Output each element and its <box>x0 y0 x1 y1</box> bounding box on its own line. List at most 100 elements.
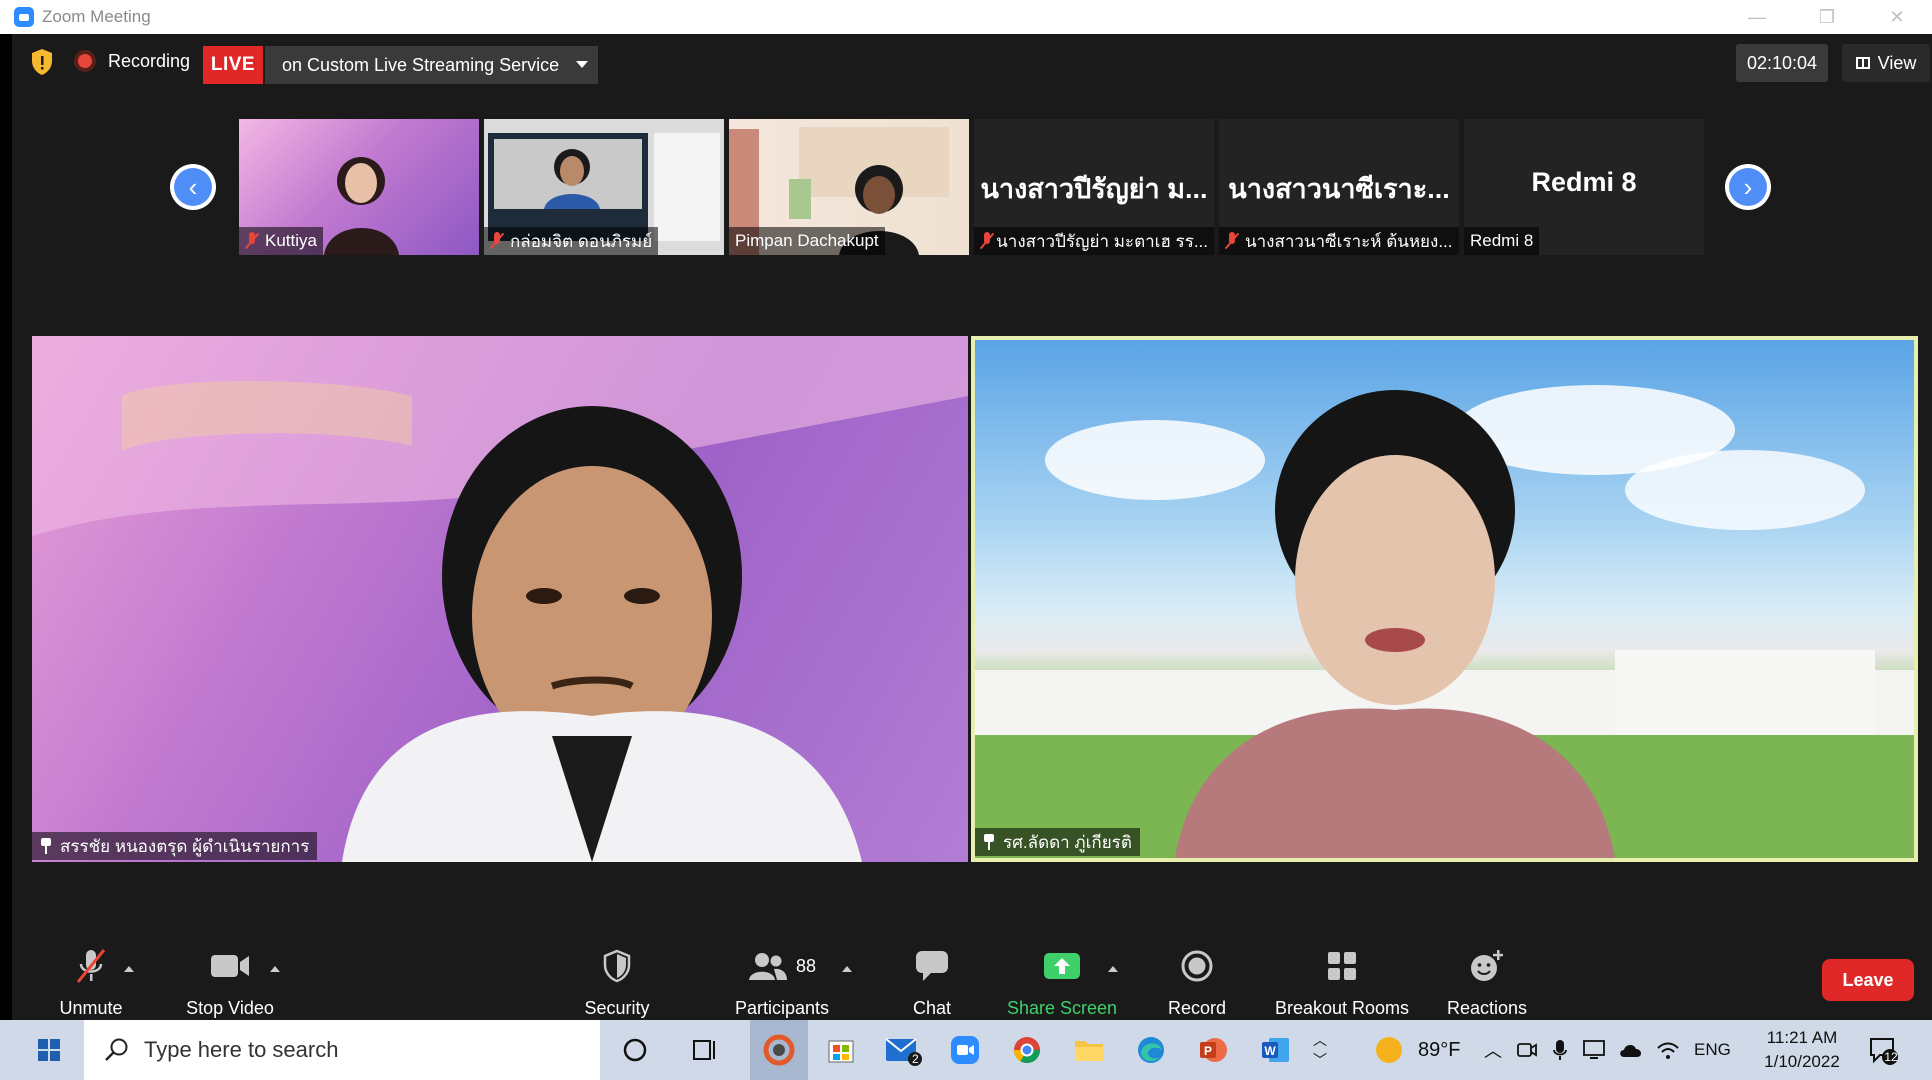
next-page-button[interactable]: › <box>1725 164 1771 210</box>
view-button[interactable]: View <box>1842 44 1930 82</box>
participant-tile[interactable]: กล่อมจิต ดอนภิรมย์ <box>484 119 724 255</box>
weather-widget[interactable]: 89°F <box>1374 1020 1460 1080</box>
reactions-button[interactable]: Reactions <box>1427 930 1547 1020</box>
chevron-right-icon: › <box>1729 168 1767 206</box>
minimize-button[interactable]: — <box>1722 0 1792 34</box>
security-button[interactable]: Security <box>562 930 672 1020</box>
mic-muted-icon <box>74 948 108 984</box>
word-button[interactable]: W <box>1246 1020 1304 1080</box>
stop-video-label: Stop Video <box>186 998 274 1018</box>
speaker-name: รศ.ลัดดา ภู่เกียรติ <box>1003 832 1132 852</box>
host-video-illustration <box>32 336 968 862</box>
folder-icon <box>1075 1041 1103 1061</box>
task-view-button[interactable] <box>676 1020 734 1080</box>
participant-tile[interactable]: Kuttiya <box>239 119 479 255</box>
weather-temperature: 89°F <box>1418 1038 1461 1061</box>
clock-date: 1/10/2022 <box>1764 1052 1840 1071</box>
recording-indicator[interactable]: Recording <box>74 50 190 72</box>
view-label: View <box>1877 52 1917 73</box>
video-options-caret-icon[interactable] <box>270 966 280 972</box>
previous-page-button[interactable]: ‹ <box>170 164 216 210</box>
breakout-rooms-button[interactable]: Breakout Rooms <box>1257 930 1427 1020</box>
participants-options-caret-icon[interactable] <box>842 966 852 972</box>
caret-down-icon <box>576 61 588 68</box>
participant-name: นางสาวนาซีเราะห์ ต้นหยง... <box>1245 231 1453 251</box>
scroll-arrows-icon: ︿ ﹀ <box>1313 1032 1327 1068</box>
pinned-video-host[interactable]: สรรชัย หนองตรุด ผู้ดำเนินรายการ <box>32 336 968 862</box>
edge-button[interactable] <box>1122 1020 1180 1080</box>
display-icon[interactable] <box>1582 1039 1606 1061</box>
clock-time: 11:21 AM <box>1766 1028 1838 1047</box>
system-tray: ︿ ENG <box>1484 1020 1731 1080</box>
participant-name: Kuttiya <box>265 231 317 250</box>
stream-service-label: on Custom Live Streaming Service <box>282 54 560 75</box>
security-label: Security <box>584 998 650 1018</box>
recording-label: Recording <box>108 50 191 71</box>
chrome-button[interactable] <box>998 1020 1056 1080</box>
host-name: สรรชัย หนองตรุด ผู้ดำเนินรายการ <box>60 836 310 856</box>
chrome-icon <box>1013 1037 1041 1064</box>
participant-tile[interactable]: Redmi 8 Redmi 8 <box>1464 119 1704 255</box>
windows-logo-icon <box>38 1039 60 1061</box>
svg-text:W: W <box>1264 1044 1276 1058</box>
grid-view-icon <box>1855 57 1870 69</box>
microsoft-store-button[interactable] <box>812 1020 870 1080</box>
taskbar-scroll-control[interactable]: ︿ ﹀ <box>1306 1020 1334 1080</box>
sun-icon <box>1376 1037 1402 1063</box>
cortana-button[interactable] <box>606 1020 664 1080</box>
audio-options-caret-icon[interactable] <box>124 966 134 972</box>
wifi-icon[interactable] <box>1656 1040 1680 1060</box>
taskbar-search-box[interactable]: Type here to search <box>84 1020 600 1080</box>
taskbar-clock[interactable]: 11:21 AM 1/10/2022 <box>1752 1026 1852 1074</box>
unmute-button[interactable]: Unmute <box>36 930 146 1020</box>
stop-video-button[interactable]: Stop Video <box>170 930 290 1020</box>
microphone-in-use-icon[interactable] <box>1552 1038 1568 1062</box>
meet-now-icon[interactable] <box>1516 1039 1538 1061</box>
mail-button[interactable]: 2 <box>874 1020 932 1080</box>
input-language[interactable]: ENG <box>1694 1040 1731 1060</box>
speaker-video-illustration <box>975 385 1914 858</box>
mic-muted-icon <box>245 232 259 250</box>
zoom-taskbar-button[interactable] <box>936 1020 994 1080</box>
participant-name-label: กล่อมจิต ดอนภิรมย์ <box>484 227 659 255</box>
leave-button[interactable]: Leave <box>1822 959 1914 1001</box>
close-button[interactable]: ✕ <box>1862 0 1932 34</box>
action-center-button[interactable]: 12 <box>1868 1020 1898 1080</box>
live-stream-dropdown[interactable]: on Custom Live Streaming Service <box>265 46 598 84</box>
video-camera-icon <box>210 948 250 984</box>
window-controls: — ❐ ✕ <box>1722 0 1932 34</box>
pin-icon <box>983 834 995 850</box>
notification-count: 12 <box>1884 1050 1898 1064</box>
file-explorer-button[interactable] <box>1060 1020 1118 1080</box>
record-button[interactable]: Record <box>1142 930 1252 1020</box>
participant-name: Redmi 8 <box>1470 231 1534 250</box>
participant-name-label: นางสาวนาซีเราะห์ ต้นหยง... <box>1219 227 1459 255</box>
taskbar-app-active[interactable] <box>750 1020 808 1080</box>
meeting-timer: 02:10:04 <box>1736 44 1828 82</box>
chat-button[interactable]: Chat <box>882 930 982 1020</box>
show-hidden-icons-chevron-icon[interactable]: ︿ <box>1484 1037 1502 1063</box>
search-icon <box>105 1038 128 1061</box>
search-placeholder: Type here to search <box>144 1037 339 1062</box>
participant-tile[interactable]: Pimpan Dachakupt <box>729 119 969 255</box>
share-screen-button[interactable]: Share Screen <box>997 930 1127 1020</box>
mail-badge: 2 <box>912 1052 919 1066</box>
task-view-icon <box>693 1040 715 1060</box>
breakout-rooms-icon <box>1326 948 1358 984</box>
participant-display-name: Redmi 8 <box>1531 167 1637 197</box>
start-button[interactable] <box>14 1020 84 1080</box>
powerpoint-button[interactable]: P <box>1184 1020 1242 1080</box>
participant-tile[interactable]: นางสาวนาซีเราะ... นางสาวนาซีเราะห์ ต้นหย… <box>1219 119 1459 255</box>
live-badge[interactable]: LIVE <box>203 46 263 84</box>
participant-tile[interactable]: นางสาวปีรัญย่า ม... นางสาวปีรัญย่า มะตาเ… <box>974 119 1214 255</box>
share-options-caret-icon[interactable] <box>1108 966 1118 972</box>
restore-button[interactable]: ❐ <box>1792 0 1862 34</box>
cortana-circle-icon <box>623 1038 647 1062</box>
participant-name: กล่อมจิต ดอนภิรมย์ <box>510 231 653 251</box>
participants-button[interactable]: 88 Participants <box>712 930 852 1020</box>
onedrive-cloud-icon[interactable] <box>1618 1041 1644 1059</box>
record-icon <box>1180 948 1214 984</box>
encryption-shield-icon[interactable] <box>30 48 54 76</box>
chat-label: Chat <box>912 998 952 1018</box>
active-speaker-video[interactable]: รศ.ลัดดา ภู่เกียรติ <box>971 336 1918 862</box>
